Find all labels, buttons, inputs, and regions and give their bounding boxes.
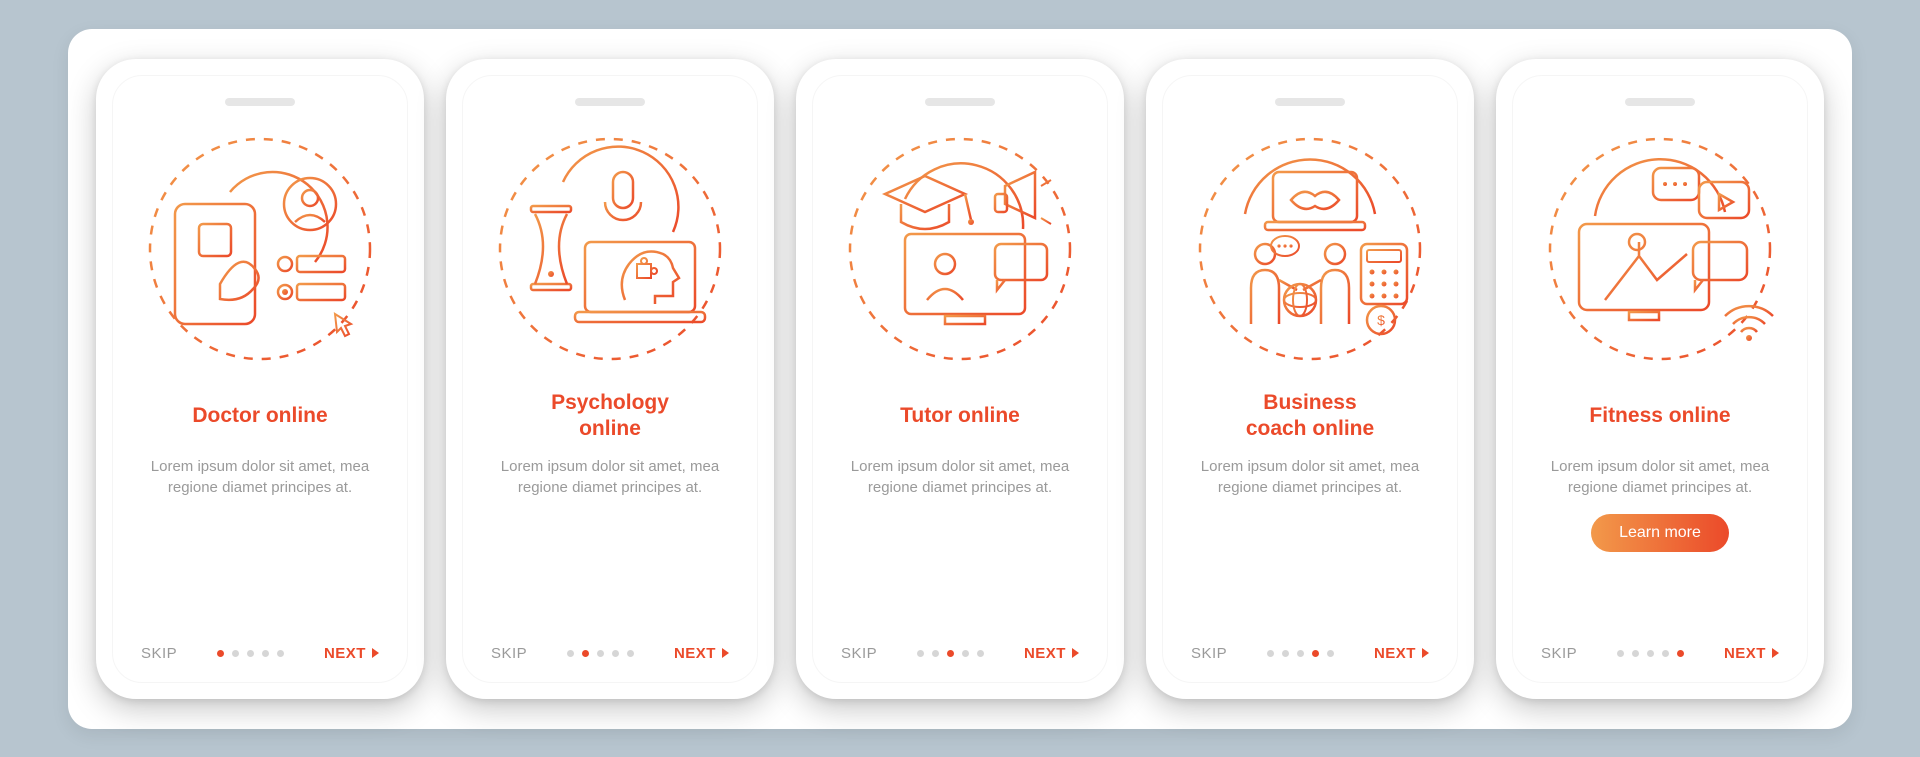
nav-row: SKIP NEXT [491,645,729,662]
screen: Fitness online Lorem ipsum dolor sit ame… [1512,75,1808,683]
nav-row: SKIP NEXT [841,645,1079,662]
fitness-online-icon [1535,124,1785,374]
next-button[interactable]: NEXT [324,645,379,662]
dot-4 [612,650,619,657]
screen: $ Business coach online Lorem ipsum dolo… [1162,75,1458,683]
onboarding-stage: Doctor online Lorem ipsum dolor sit amet… [68,29,1852,729]
dot-2 [1632,650,1639,657]
svg-text:$: $ [1377,312,1385,328]
next-button[interactable]: NEXT [1724,645,1779,662]
dot-4 [1662,650,1669,657]
next-button[interactable]: NEXT [1374,645,1429,662]
phone-frame: Tutor online Lorem ipsum dolor sit amet,… [796,59,1124,699]
phone-speaker [925,98,995,106]
dot-5 [277,650,284,657]
phone-frame: $ Business coach online Lorem ipsum dolo… [1146,59,1474,699]
dot-2 [232,650,239,657]
screen-body: Lorem ipsum dolor sit amet, mea regione … [135,456,385,498]
phone-frame: Doctor online Lorem ipsum dolor sit amet… [96,59,424,699]
page-dots [1617,650,1684,657]
doctor-online-icon [135,124,385,374]
next-button[interactable]: NEXT [674,645,729,662]
screen-body: Lorem ipsum dolor sit amet, mea regione … [835,456,1085,498]
phone-frame: Fitness online Lorem ipsum dolor sit ame… [1496,59,1824,699]
phone-speaker [225,98,295,106]
dot-2 [932,650,939,657]
skip-button[interactable]: SKIP [141,645,177,662]
screen-title: Psychology online [551,390,669,442]
tutor-online-icon [835,124,1085,374]
phone-frame: Psychology online Lorem ipsum dolor sit … [446,59,774,699]
psychology-online-icon [485,124,735,374]
dot-1 [1617,650,1624,657]
screen-body: Lorem ipsum dolor sit amet, mea regione … [1535,456,1785,498]
dot-1 [217,650,224,657]
screen-body: Lorem ipsum dolor sit amet, mea regione … [485,456,735,498]
screen: Doctor online Lorem ipsum dolor sit amet… [112,75,408,683]
phone-speaker [575,98,645,106]
learn-more-button[interactable]: Learn more [1591,514,1729,552]
dot-1 [917,650,924,657]
page-dots [917,650,984,657]
screen: Tutor online Lorem ipsum dolor sit amet,… [812,75,1108,683]
skip-button[interactable]: SKIP [1191,645,1227,662]
screen-title: Tutor online [900,390,1020,442]
dot-3 [1297,650,1304,657]
page-dots [217,650,284,657]
business-coach-online-icon: $ [1185,124,1435,374]
dot-3 [947,650,954,657]
nav-row: SKIP NEXT [1191,645,1429,662]
dot-1 [1267,650,1274,657]
dot-3 [1647,650,1654,657]
skip-button[interactable]: SKIP [491,645,527,662]
skip-button[interactable]: SKIP [1541,645,1577,662]
screen-body: Lorem ipsum dolor sit amet, mea regione … [1185,456,1435,498]
dot-1 [567,650,574,657]
dot-2 [1282,650,1289,657]
phone-speaker [1625,98,1695,106]
dot-2 [582,650,589,657]
screen-title: Fitness online [1589,390,1730,442]
dot-3 [247,650,254,657]
next-button[interactable]: NEXT [1024,645,1079,662]
screen-title: Business coach online [1246,390,1374,442]
nav-row: SKIP NEXT [141,645,379,662]
screen-title: Doctor online [192,390,327,442]
dot-3 [597,650,604,657]
dot-5 [1677,650,1684,657]
dot-5 [627,650,634,657]
skip-button[interactable]: SKIP [841,645,877,662]
nav-row: SKIP NEXT [1541,645,1779,662]
phone-speaker [1275,98,1345,106]
dot-4 [262,650,269,657]
dot-5 [1327,650,1334,657]
page-dots [567,650,634,657]
dot-4 [962,650,969,657]
dot-5 [977,650,984,657]
screen: Psychology online Lorem ipsum dolor sit … [462,75,758,683]
dot-4 [1312,650,1319,657]
page-dots [1267,650,1334,657]
